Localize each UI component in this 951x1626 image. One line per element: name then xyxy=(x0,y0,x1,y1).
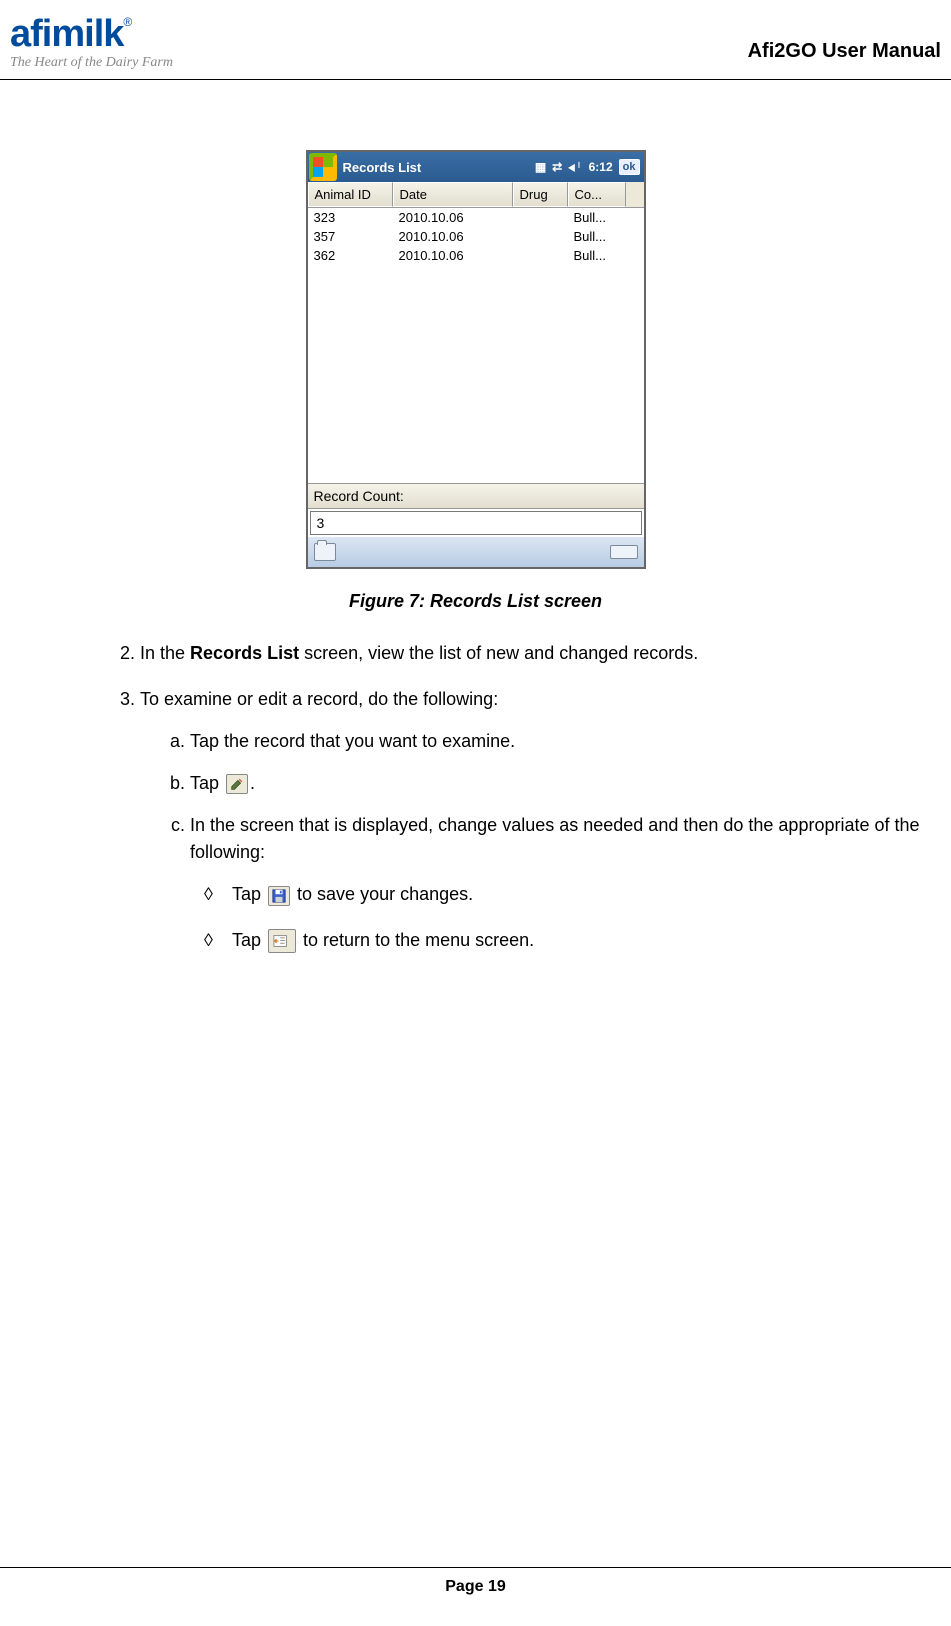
ok-button[interactable]: ok xyxy=(619,159,640,175)
step-3a: Tap the record that you want to examine. xyxy=(190,728,921,756)
table-row[interactable]: 323 2010.10.06 Bull... xyxy=(308,208,644,227)
logo-registered: ® xyxy=(123,15,132,29)
cell-animal-id: 357 xyxy=(308,228,393,245)
battery-icon: ▦ xyxy=(535,160,546,174)
table-header-row: Animal ID Date Drug Co... xyxy=(308,182,644,208)
cell-animal-id: 323 xyxy=(308,209,393,226)
logo-block: afimilk® The Heart of the Dairy Farm xyxy=(10,15,173,71)
page-content: Records List ▦ ⇄ ◀ᛌ 6:12 ok Animal ID Da… xyxy=(0,80,951,955)
diamond-1: Tap to save your changes. xyxy=(232,881,921,909)
page-number: Page 19 xyxy=(445,1578,505,1595)
record-count-value: 3 xyxy=(310,511,642,535)
clock-text: 6:12 xyxy=(589,160,613,174)
document-title: Afi2GO User Manual xyxy=(748,40,941,63)
save-icon xyxy=(268,886,290,906)
pda-device: Records List ▦ ⇄ ◀ᛌ 6:12 ok Animal ID Da… xyxy=(306,150,646,569)
cell-date: 2010.10.06 xyxy=(393,209,513,226)
cell-co: Bull... xyxy=(568,209,644,226)
table-row[interactable]: 357 2010.10.06 Bull... xyxy=(308,227,644,246)
scrollbar-gutter xyxy=(626,182,644,207)
connectivity-icon: ⇄ xyxy=(552,160,562,174)
step-2: In the Records List screen, view the lis… xyxy=(140,640,921,668)
logo-text: afimilk® xyxy=(10,15,173,53)
records-list-bold: Records List xyxy=(190,643,299,663)
pda-titlebar: Records List ▦ ⇄ ◀ᛌ 6:12 ok xyxy=(308,152,644,182)
cell-co: Bull... xyxy=(568,228,644,245)
pda-bottombar xyxy=(308,537,644,567)
cell-date: 2010.10.06 xyxy=(393,228,513,245)
column-header-co[interactable]: Co... xyxy=(568,182,626,207)
diamond-list: Tap to save your changes. Tap to return … xyxy=(190,881,921,955)
volume-icon: ◀ᛌ xyxy=(568,160,582,174)
step-3: To examine or edit a record, do the foll… xyxy=(140,686,921,955)
record-count-label: Record Count: xyxy=(308,483,644,509)
cell-co: Bull... xyxy=(568,247,644,264)
screenshot-container: Records List ▦ ⇄ ◀ᛌ 6:12 ok Animal ID Da… xyxy=(30,150,921,569)
cell-drug xyxy=(513,209,568,226)
diamond-2: Tap to return to the menu screen. xyxy=(232,927,921,955)
logo-tagline: The Heart of the Dairy Farm xyxy=(10,55,173,71)
instructions: In the Records List screen, view the lis… xyxy=(30,640,921,955)
menu-return-icon xyxy=(268,929,296,953)
column-header-date[interactable]: Date xyxy=(393,182,513,207)
status-icons: ▦ ⇄ ◀ᛌ 6:12 ok xyxy=(535,159,644,175)
cell-animal-id: 362 xyxy=(308,247,393,264)
numbered-list: In the Records List screen, view the lis… xyxy=(30,640,921,955)
table-body: 323 2010.10.06 Bull... 357 2010.10.06 Bu… xyxy=(308,208,644,483)
start-icon[interactable] xyxy=(309,153,337,181)
page-header: afimilk® The Heart of the Dairy Farm Afi… xyxy=(0,0,951,80)
table-row[interactable]: 362 2010.10.06 Bull... xyxy=(308,246,644,265)
edit-icon xyxy=(226,774,248,794)
page-footer: Page 19 xyxy=(0,1567,951,1596)
logo-main: afimilk xyxy=(10,13,123,55)
step-3b: Tap . xyxy=(190,770,921,798)
folder-icon[interactable] xyxy=(314,543,336,561)
keyboard-icon[interactable] xyxy=(610,545,638,559)
column-header-drug[interactable]: Drug xyxy=(513,182,568,207)
column-header-animal-id[interactable]: Animal ID xyxy=(308,182,393,207)
cell-drug xyxy=(513,228,568,245)
figure-caption: Figure 7: Records List screen xyxy=(30,591,921,612)
step-3c: In the screen that is displayed, change … xyxy=(190,812,921,956)
cell-date: 2010.10.06 xyxy=(393,247,513,264)
window-title: Records List xyxy=(343,160,535,175)
alpha-list: Tap the record that you want to examine.… xyxy=(140,728,921,955)
cell-drug xyxy=(513,247,568,264)
